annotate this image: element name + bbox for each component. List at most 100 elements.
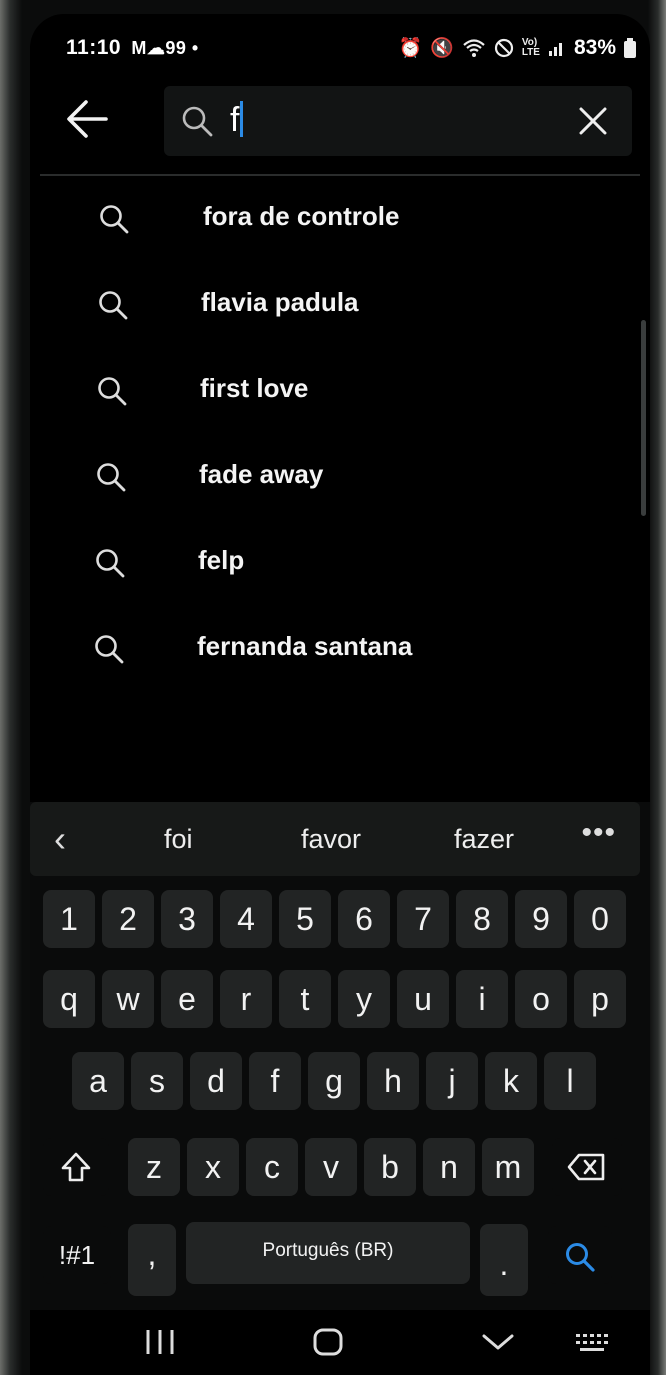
key-p[interactable]: p bbox=[574, 970, 626, 1028]
keyboard: ‹ foi favor fazer ••• 1 2 3 4 5 6 7 8 9 … bbox=[30, 802, 650, 1375]
key-y[interactable]: y bbox=[338, 970, 390, 1028]
suggestion-item[interactable]: fernanda santana bbox=[30, 607, 650, 693]
navigation-bar bbox=[30, 1310, 650, 1375]
suggestion-label: flavia padula bbox=[201, 287, 359, 317]
search-icon bbox=[100, 205, 129, 234]
key-x[interactable]: x bbox=[187, 1138, 239, 1196]
arrow-left-icon bbox=[67, 100, 108, 138]
key-6[interactable]: 6 bbox=[338, 890, 390, 948]
key-9[interactable]: 9 bbox=[515, 890, 567, 948]
backspace-icon bbox=[567, 1153, 605, 1181]
prediction-word[interactable]: favor bbox=[301, 824, 361, 855]
key-i[interactable]: i bbox=[456, 970, 508, 1028]
status-icons: ⏰ 🔇 Vo) LTE 83% bbox=[398, 36, 636, 60]
suggestion-item[interactable]: fade away bbox=[30, 435, 650, 521]
header-divider bbox=[40, 174, 640, 176]
key-o[interactable]: o bbox=[515, 970, 567, 1028]
key-7[interactable]: 7 bbox=[397, 890, 449, 948]
suggestion-list: fora de controle flavia padula first lov… bbox=[30, 177, 650, 693]
suggestion-label: fade away bbox=[199, 459, 324, 489]
key-c[interactable]: c bbox=[246, 1138, 298, 1196]
alarm-icon: ⏰ bbox=[398, 38, 423, 59]
period-key[interactable]: . bbox=[480, 1224, 528, 1296]
key-8[interactable]: 8 bbox=[456, 890, 508, 948]
key-u[interactable]: u bbox=[397, 970, 449, 1028]
suggestion-label: fernanda santana bbox=[197, 631, 413, 661]
suggestion-label: first love bbox=[200, 373, 309, 403]
clear-search-button[interactable] bbox=[574, 102, 612, 140]
symbols-key[interactable]: !#1 bbox=[43, 1226, 111, 1284]
backspace-key[interactable] bbox=[552, 1138, 622, 1196]
space-key[interactable]: Português (BR) bbox=[186, 1222, 470, 1284]
key-s[interactable]: s bbox=[131, 1052, 183, 1110]
key-d[interactable]: d bbox=[190, 1052, 242, 1110]
search-icon bbox=[95, 635, 124, 664]
key-w[interactable]: w bbox=[102, 970, 154, 1028]
search-icon bbox=[182, 106, 213, 137]
scrollbar[interactable] bbox=[641, 320, 646, 516]
chevron-down-icon bbox=[482, 1334, 514, 1350]
suggestion-item[interactable]: flavia padula bbox=[30, 263, 650, 349]
search-bar[interactable]: f bbox=[164, 86, 632, 156]
recents-icon bbox=[146, 1330, 174, 1354]
search-input[interactable]: f bbox=[230, 101, 244, 140]
key-t[interactable]: t bbox=[279, 970, 331, 1028]
battery-icon bbox=[624, 38, 636, 58]
shift-key[interactable] bbox=[43, 1138, 109, 1196]
recents-button[interactable] bbox=[138, 1322, 182, 1362]
back-button[interactable] bbox=[62, 94, 112, 144]
suggestion-item[interactable]: fora de controle bbox=[30, 177, 650, 263]
prediction-bar: ‹ foi favor fazer ••• bbox=[30, 802, 640, 876]
key-e[interactable]: e bbox=[161, 970, 213, 1028]
phone-screen: 11:10 M☁︎99 • ⏰ 🔇 Vo) LTE 83% f fora de … bbox=[30, 14, 650, 1375]
key-3[interactable]: 3 bbox=[161, 890, 213, 948]
key-2[interactable]: 2 bbox=[102, 890, 154, 948]
search-icon bbox=[566, 1243, 595, 1272]
key-f[interactable]: f bbox=[249, 1052, 301, 1110]
prediction-word[interactable]: foi bbox=[164, 824, 193, 855]
home-icon bbox=[313, 1328, 343, 1356]
key-r[interactable]: r bbox=[220, 970, 272, 1028]
do-not-disturb-icon bbox=[494, 38, 513, 58]
key-g[interactable]: g bbox=[308, 1052, 360, 1110]
key-k[interactable]: k bbox=[485, 1052, 537, 1110]
status-bar: 11:10 M☁︎99 • ⏰ 🔇 Vo) LTE 83% bbox=[30, 32, 650, 68]
key-1[interactable]: 1 bbox=[43, 890, 95, 948]
key-4[interactable]: 4 bbox=[220, 890, 272, 948]
chevron-left-icon[interactable]: ‹ bbox=[54, 818, 66, 860]
search-icon bbox=[96, 549, 125, 578]
search-icon bbox=[98, 377, 127, 406]
close-icon bbox=[579, 107, 607, 135]
comma-key[interactable]: , bbox=[128, 1224, 176, 1296]
keyboard-toggle-button[interactable] bbox=[570, 1322, 614, 1362]
nav-back-button[interactable] bbox=[476, 1322, 520, 1362]
key-z[interactable]: z bbox=[128, 1138, 180, 1196]
search-icon bbox=[99, 291, 128, 320]
key-q[interactable]: q bbox=[43, 970, 95, 1028]
volte-icon: Vo) LTE bbox=[521, 37, 540, 58]
battery-level: 83% bbox=[573, 36, 616, 59]
key-j[interactable]: j bbox=[426, 1052, 478, 1110]
mute-icon: 🔇 bbox=[430, 38, 454, 59]
status-time: 11:10 M☁︎99 • bbox=[66, 36, 199, 59]
key-m[interactable]: m bbox=[482, 1138, 534, 1196]
key-l[interactable]: l bbox=[544, 1052, 596, 1110]
text-caret bbox=[240, 101, 244, 137]
more-icon[interactable]: ••• bbox=[581, 816, 616, 850]
key-n[interactable]: n bbox=[423, 1138, 475, 1196]
key-h[interactable]: h bbox=[367, 1052, 419, 1110]
prediction-word[interactable]: fazer bbox=[454, 824, 514, 855]
keyboard-icon bbox=[576, 1334, 608, 1351]
key-0[interactable]: 0 bbox=[574, 890, 626, 948]
suggestion-label: fora de controle bbox=[203, 201, 400, 231]
key-v[interactable]: v bbox=[305, 1138, 357, 1196]
suggestion-item[interactable]: felp bbox=[30, 521, 650, 607]
key-5[interactable]: 5 bbox=[279, 890, 331, 948]
suggestion-label: felp bbox=[198, 545, 245, 575]
signal-icon bbox=[548, 43, 562, 56]
home-button[interactable] bbox=[306, 1322, 350, 1362]
search-key[interactable] bbox=[548, 1226, 612, 1284]
key-a[interactable]: a bbox=[72, 1052, 124, 1110]
suggestion-item[interactable]: first love bbox=[30, 349, 650, 435]
key-b[interactable]: b bbox=[364, 1138, 416, 1196]
